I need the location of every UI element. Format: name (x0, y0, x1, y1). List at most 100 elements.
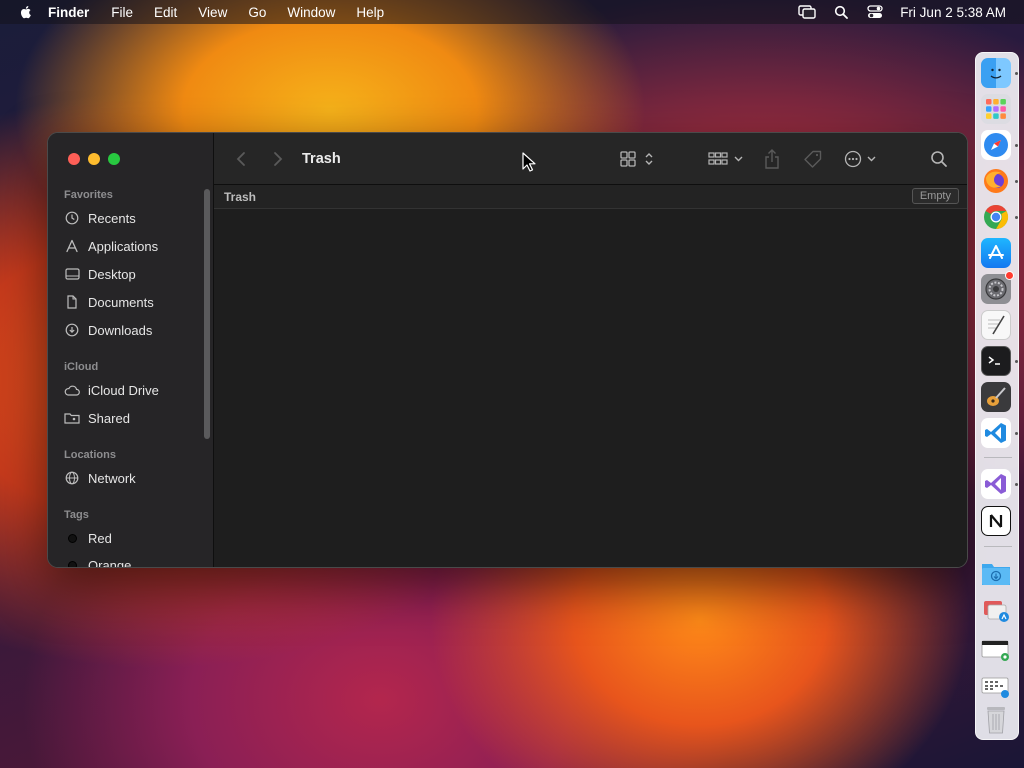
toolbar: Trash (214, 133, 967, 185)
minimize-window-button[interactable] (88, 153, 100, 165)
menu-app-name[interactable]: Finder (48, 5, 89, 20)
applications-icon (64, 238, 80, 254)
zoom-window-button[interactable] (108, 153, 120, 165)
spotlight-search-icon[interactable] (832, 4, 850, 20)
menu-window[interactable]: Window (287, 5, 335, 20)
menu-view[interactable]: View (198, 5, 227, 20)
textedit-icon[interactable] (981, 310, 1011, 340)
dock (975, 52, 1019, 740)
dock-separator (984, 457, 1012, 458)
path-label: Trash (224, 190, 257, 204)
sidebar: Favorites Recents Applications Desktop D… (48, 133, 214, 567)
share-icon (765, 149, 779, 169)
firefox-icon[interactable] (981, 166, 1011, 196)
menu-clock[interactable]: Fri Jun 2 5:38 AM (900, 5, 1006, 20)
main-content: Trash Trash Empty (214, 133, 967, 567)
window-title: Trash (302, 151, 341, 167)
notification-badge (1005, 271, 1014, 280)
launchpad-icon[interactable] (981, 94, 1011, 124)
document-icon (64, 294, 80, 310)
sidebar-item-shared[interactable]: Shared (64, 407, 202, 429)
sidebar-section-locations: Locations (64, 449, 116, 461)
running-indicator (1015, 144, 1018, 147)
desktop-icon (64, 266, 80, 282)
menu-bar: Finder File Edit View Go Window Help Fri… (0, 0, 1024, 24)
running-indicator (1015, 180, 1018, 183)
sidebar-item-applications[interactable]: Applications (64, 235, 202, 257)
applications-stack-icon[interactable] (981, 596, 1011, 626)
screenshots-stack-icon[interactable] (981, 673, 1011, 703)
search-button[interactable] (930, 149, 948, 169)
sidebar-item-label: iCloud Drive (88, 382, 159, 398)
sidebar-item-label: Downloads (88, 322, 153, 338)
running-indicator (1015, 72, 1018, 75)
sidebar-item-label: Red (88, 530, 112, 546)
running-indicator (1015, 483, 1018, 486)
running-indicator (1015, 360, 1018, 363)
mouse-cursor-icon (522, 152, 536, 172)
tag-dot-icon (68, 560, 77, 567)
view-mode-button[interactable] (620, 149, 660, 169)
sidebar-item-icloud-drive[interactable]: iCloud Drive (64, 379, 202, 401)
sidebar-item-label: Network (88, 470, 136, 486)
search-icon (931, 151, 947, 167)
sidebar-item-network[interactable]: Network (64, 467, 202, 489)
system-settings-icon[interactable] (981, 271, 1014, 304)
safari-icon[interactable] (981, 130, 1011, 160)
sidebar-item-label: Applications (88, 238, 159, 254)
sidebar-item-label: Recents (88, 210, 136, 226)
app-store-icon[interactable] (981, 238, 1011, 268)
downloads-folder-icon[interactable] (981, 558, 1011, 588)
window-controls (68, 153, 128, 165)
notion-icon[interactable] (981, 506, 1011, 536)
sidebar-section-icloud: iCloud (64, 361, 99, 373)
empty-trash-button[interactable]: Empty (911, 188, 959, 204)
back-button[interactable] (232, 150, 250, 168)
sidebar-item-label: Orange (88, 557, 132, 568)
globe-icon (64, 470, 80, 486)
more-actions-button[interactable] (844, 149, 878, 169)
apple-menu-icon[interactable] (18, 4, 34, 20)
shared-folder-icon (64, 410, 80, 426)
download-icon (64, 322, 80, 338)
ellipsis-circle-icon (844, 150, 876, 168)
finder-window: Favorites Recents Applications Desktop D… (47, 132, 968, 568)
path-bar: Trash Empty (214, 185, 967, 209)
menu-edit[interactable]: Edit (154, 5, 177, 20)
chrome-icon[interactable] (981, 202, 1011, 232)
visual-studio-icon[interactable] (981, 469, 1011, 499)
forward-button[interactable] (269, 150, 287, 168)
sidebar-item-documents[interactable]: Documents (64, 291, 202, 313)
sidebar-section-tags: Tags (64, 509, 89, 521)
close-window-button[interactable] (68, 153, 80, 165)
sidebar-item-tag-orange[interactable]: Orange (64, 554, 202, 568)
garageband-icon[interactable] (981, 382, 1011, 412)
sidebar-item-recents[interactable]: Recents (64, 207, 202, 229)
sidebar-item-downloads[interactable]: Downloads (64, 319, 202, 341)
sidebar-section-favorites: Favorites (64, 189, 113, 201)
dock-separator (984, 546, 1012, 547)
sidebar-item-label: Shared (88, 410, 130, 426)
sidebar-item-label: Documents (88, 294, 154, 310)
terminal-icon[interactable] (981, 346, 1011, 376)
finder-icon[interactable] (981, 58, 1011, 88)
menu-go[interactable]: Go (248, 5, 266, 20)
menu-help[interactable]: Help (356, 5, 384, 20)
share-button[interactable] (764, 149, 780, 169)
running-indicator (1015, 216, 1018, 219)
group-by-button[interactable] (708, 149, 746, 169)
control-center-icon[interactable] (866, 4, 884, 20)
sidebar-item-tag-red[interactable]: Red (64, 527, 202, 549)
clock-icon (64, 210, 80, 226)
sidebar-item-desktop[interactable]: Desktop (64, 263, 202, 285)
group-grid-icon (708, 152, 743, 165)
menu-file[interactable]: File (111, 5, 133, 20)
trash-icon[interactable] (981, 705, 1011, 735)
tag-dot-icon (68, 533, 77, 543)
cloud-icon (64, 382, 80, 398)
documents-stack-icon[interactable] (981, 635, 1011, 665)
screen-mirroring-icon[interactable] (798, 4, 816, 20)
sidebar-scrollbar[interactable] (204, 189, 210, 439)
tag-button[interactable] (804, 149, 822, 169)
vscode-icon[interactable] (981, 418, 1011, 448)
